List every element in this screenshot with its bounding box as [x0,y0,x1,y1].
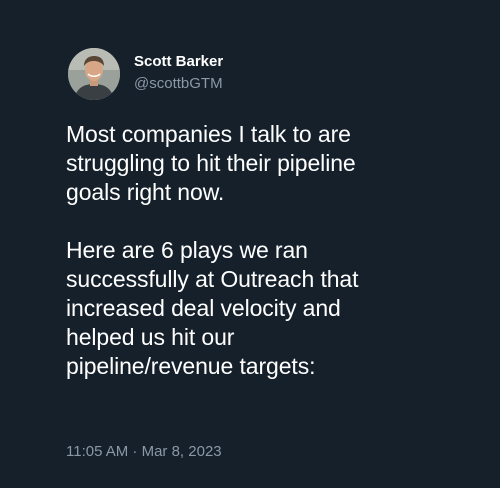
tweet-text: Most companies I talk to are struggling … [66,120,486,381]
tweet-line: helped us hit our [66,324,235,350]
author-display-name[interactable]: Scott Barker [134,53,223,71]
tweet-card: Scott Barker @scottbGTM Most companies I… [0,0,500,488]
tweet-paragraph-1: Most companies I talk to are struggling … [66,120,486,207]
tweet-line: Most companies I talk to are [66,121,351,147]
avatar-photo [68,48,120,100]
tweet-line: pipeline/revenue targets: [66,353,316,379]
tweet-line: goals right now. [66,179,225,205]
tweet-paragraph-2: Here are 6 plays we ran successfully at … [66,236,486,381]
tweet-timestamp[interactable]: 11:05 AM · Mar 8, 2023 [66,443,222,461]
author-handle[interactable]: @scottbGTM [134,75,223,93]
tweet-line: struggling to hit their pipeline [66,150,356,176]
tweet-line: Here are 6 plays we ran [66,237,308,263]
tweet-line: increased deal velocity and [66,295,341,321]
avatar[interactable] [68,48,120,100]
tweet-line: successfully at Outreach that [66,266,359,292]
